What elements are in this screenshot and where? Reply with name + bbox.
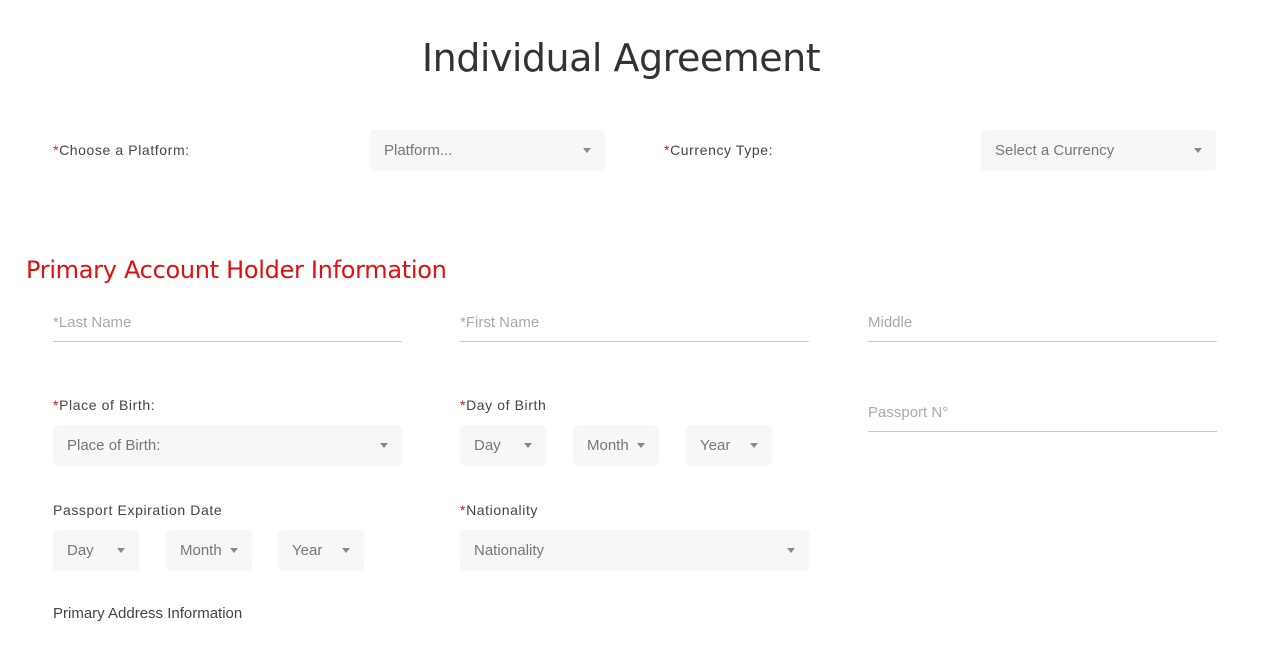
birth-month-select[interactable]: Month: [573, 425, 659, 465]
chevron-down-icon: [380, 443, 388, 448]
currency-label: *Currency Type:: [664, 142, 773, 158]
platform-label: *Choose a Platform:: [53, 142, 190, 158]
chevron-down-icon: [637, 443, 645, 448]
birth-year-select[interactable]: Year: [686, 425, 772, 465]
currency-select[interactable]: Select a Currency: [981, 130, 1216, 170]
birth-day-select[interactable]: Day: [460, 425, 546, 465]
birth-month-value: Month: [587, 436, 629, 454]
day-of-birth-label-text: Day of Birth: [466, 397, 547, 413]
place-of-birth-select-value: Place of Birth:: [67, 436, 161, 454]
chevron-down-icon: [1194, 148, 1202, 153]
chevron-down-icon: [787, 548, 795, 553]
platform-label-text: Choose a Platform:: [59, 142, 190, 158]
chevron-down-icon: [117, 548, 125, 553]
address-section-title: Primary Address Information: [53, 605, 243, 622]
chevron-down-icon: [342, 548, 350, 553]
passport-expiration-label: Passport Expiration Date: [53, 502, 223, 518]
place-of-birth-select[interactable]: Place of Birth:: [53, 425, 402, 465]
chevron-down-icon: [750, 443, 758, 448]
nationality-select[interactable]: Nationality: [460, 530, 809, 570]
primary-section-title: Primary Account Holder Information: [26, 256, 447, 284]
last-name-field[interactable]: [53, 314, 402, 342]
chevron-down-icon: [583, 148, 591, 153]
currency-select-value: Select a Currency: [995, 141, 1115, 159]
place-of-birth-label-text: Place of Birth:: [59, 397, 156, 413]
place-of-birth-label: *Place of Birth:: [53, 397, 155, 413]
chevron-down-icon: [230, 548, 238, 553]
expiration-year-select[interactable]: Year: [278, 530, 364, 570]
birth-day-value: Day: [474, 436, 501, 454]
day-of-birth-label: *Day of Birth: [460, 397, 546, 413]
first-name-field[interactable]: [460, 314, 809, 342]
chevron-down-icon: [524, 443, 532, 448]
passport-number-field[interactable]: [868, 404, 1217, 432]
expiration-day-value: Day: [67, 541, 94, 559]
expiration-year-value: Year: [292, 541, 323, 559]
platform-select[interactable]: Platform...: [370, 130, 605, 170]
birth-year-value: Year: [700, 436, 731, 454]
expiration-month-value: Month: [180, 541, 222, 559]
expiration-month-select[interactable]: Month: [166, 530, 252, 570]
expiration-day-select[interactable]: Day: [53, 530, 139, 570]
middle-name-field[interactable]: [868, 314, 1217, 342]
platform-select-value: Platform...: [384, 141, 453, 159]
nationality-label: *Nationality: [460, 502, 538, 518]
nationality-label-text: Nationality: [466, 502, 539, 518]
page-title: Individual Agreement: [421, 36, 821, 80]
nationality-select-value: Nationality: [474, 541, 545, 559]
currency-label-text: Currency Type:: [670, 142, 774, 158]
